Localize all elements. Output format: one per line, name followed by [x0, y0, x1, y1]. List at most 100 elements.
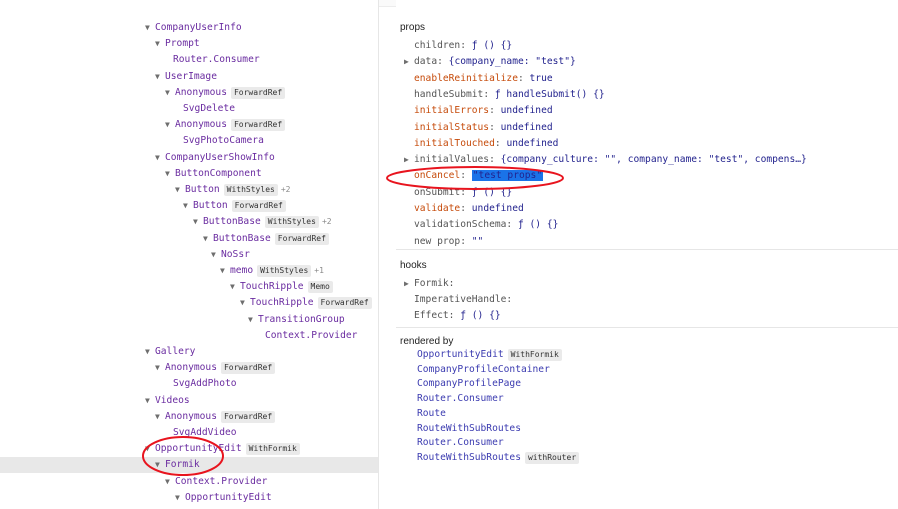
rendered-by-item[interactable]: Router.Consumer	[417, 391, 504, 407]
prop-row[interactable]: initialStatus: undefined	[414, 120, 553, 136]
hook-row[interactable]: ImperativeHandle:	[414, 292, 512, 308]
collapse-arrow-icon[interactable]: ▼	[165, 166, 175, 182]
collapse-arrow-icon[interactable]: ▼	[145, 20, 155, 36]
prop-value[interactable]: {company_culture: "", company_name: "tes…	[501, 154, 807, 165]
collapse-arrow-icon[interactable]: ▼	[145, 393, 155, 409]
pane-divider[interactable]	[378, 0, 379, 509]
tree-row[interactable]: SvgAddVideo	[173, 425, 237, 441]
tree-row[interactable]: ▼ NoSsr	[211, 247, 250, 263]
collapse-arrow-icon[interactable]: ▼	[203, 231, 213, 247]
key-separator: :	[448, 278, 455, 289]
collapse-arrow-icon[interactable]: ▼	[193, 214, 203, 230]
rendered-by-item[interactable]: CompanyProfileContainer	[417, 362, 550, 378]
rendered-by-item[interactable]: OpportunityEdit WithFormik	[417, 347, 562, 363]
collapse-arrow-icon[interactable]: ▼	[183, 198, 193, 214]
tree-row[interactable]: ▼ Videos	[145, 393, 190, 409]
expand-arrow-icon[interactable]: ▶	[404, 152, 409, 168]
hook-row[interactable]: ▶ Formik:	[404, 276, 455, 292]
tree-row[interactable]: ▼ Anonymous ForwardRef	[165, 117, 286, 133]
collapse-arrow-icon[interactable]: ▼	[248, 312, 258, 328]
tree-row[interactable]: ▼ Anonymous ForwardRef	[155, 360, 276, 376]
prop-row[interactable]: initialErrors: undefined	[414, 103, 553, 119]
tree-row[interactable]: ▼ Prompt	[155, 36, 200, 52]
rendered-by-item[interactable]: CompanyProfilePage	[417, 376, 521, 392]
collapse-arrow-icon[interactable]: ▼	[155, 69, 165, 85]
prop-value[interactable]: undefined	[472, 203, 524, 214]
tree-row[interactable]: SvgPhotoCamera	[183, 133, 264, 149]
prop-value[interactable]: ƒ () {}	[472, 40, 512, 51]
tree-row[interactable]: ▼ ButtonBase WithStyles +2	[193, 214, 332, 230]
tree-row[interactable]: ▼ CompanyUserShowInfo	[155, 150, 275, 166]
prop-row[interactable]: handleSubmit: ƒ handleSubmit() {}	[414, 87, 605, 103]
collapse-arrow-icon[interactable]: ▼	[165, 85, 175, 101]
tree-row[interactable]: ▼ Context.Provider	[165, 474, 267, 490]
tree-row[interactable]: SvgDelete	[183, 101, 235, 117]
expand-arrow-icon[interactable]: ▶	[404, 276, 409, 292]
prop-row[interactable]: enableReinitialize: true	[414, 71, 553, 87]
rendered-by-item[interactable]: Route	[417, 406, 446, 422]
tree-row[interactable]: SvgAddPhoto	[173, 376, 237, 392]
collapse-arrow-icon[interactable]: ▼	[155, 36, 165, 52]
prop-value[interactable]: undefined	[506, 138, 558, 149]
tree-row[interactable]: ▼ ButtonComponent	[165, 166, 262, 182]
prop-value[interactable]: true	[530, 73, 553, 84]
tree-row[interactable]: ▼ Formik	[155, 457, 200, 473]
tree-row[interactable]: ▼ Anonymous ForwardRef	[155, 409, 276, 425]
hook-row[interactable]: Effect: ƒ () {}	[414, 308, 501, 324]
collapse-arrow-icon[interactable]: ▼	[155, 457, 165, 473]
collapse-arrow-icon[interactable]: ▼	[155, 150, 165, 166]
prop-value[interactable]: {company_name: "test"}	[449, 56, 576, 67]
prop-value[interactable]: ""	[472, 236, 484, 247]
tree-row[interactable]: ▼ TouchRipple ForwardRef	[240, 295, 372, 311]
tree-row[interactable]: Context.Provider	[265, 328, 357, 344]
collapse-arrow-icon[interactable]: ▼	[145, 344, 155, 360]
collapse-arrow-icon[interactable]: ▼	[155, 360, 165, 376]
prop-row[interactable]: validate: undefined	[414, 201, 524, 217]
tree-row[interactable]: ▼ OpportunityEdit WithFormik	[145, 441, 300, 457]
prop-value[interactable]: ƒ () {}	[518, 219, 558, 230]
prop-row[interactable]: initialTouched: undefined	[414, 136, 558, 152]
collapse-arrow-icon[interactable]: ▼	[155, 409, 165, 425]
prop-row[interactable]: ▶ data: {company_name: "test"}	[404, 54, 576, 70]
collapse-arrow-icon[interactable]: ▼	[175, 182, 185, 198]
collapse-arrow-icon[interactable]: ▼	[175, 490, 185, 506]
rendered-by-item[interactable]: RouteWithSubRoutes	[417, 421, 521, 437]
rendered-by-item[interactable]: RouteWithSubRoutes withRouter	[417, 450, 580, 466]
prop-value[interactable]: ƒ handleSubmit() {}	[495, 89, 605, 100]
collapse-arrow-icon[interactable]: ▼	[230, 279, 240, 295]
prop-row[interactable]: onCancel: "test props"	[414, 168, 544, 184]
key-separator: :	[489, 105, 501, 117]
collapse-arrow-icon[interactable]: ▼	[145, 441, 155, 457]
tree-row[interactable]: ▼ Button ForwardRef	[183, 198, 286, 214]
tree-row[interactable]: Router.Consumer	[173, 52, 260, 68]
tree-row[interactable]: ▼ UserImage	[155, 69, 217, 85]
prop-value[interactable]: undefined	[501, 122, 553, 133]
collapse-arrow-icon[interactable]: ▼	[165, 474, 175, 490]
prop-row[interactable]: validationSchema: ƒ () {}	[414, 217, 558, 233]
tree-row[interactable]: ▼ CompanyUserInfo	[145, 20, 242, 36]
rendered-by-item[interactable]: Router.Consumer	[417, 435, 504, 451]
tree-row[interactable]: ▼ memo WithStyles +1	[220, 263, 324, 279]
collapse-arrow-icon[interactable]: ▼	[240, 295, 250, 311]
component-name: Anonymous	[165, 362, 217, 374]
prop-row[interactable]: children: ƒ () {}	[414, 38, 512, 54]
collapse-arrow-icon[interactable]: ▼	[165, 117, 175, 133]
prop-row[interactable]: new prop: ""	[414, 234, 483, 250]
tree-row[interactable]: ▼ Button WithStyles +2	[175, 182, 290, 198]
prop-value[interactable]: "test props"	[471, 170, 544, 182]
prop-row[interactable]: ▶ initialValues: {company_culture: "", co…	[404, 152, 807, 168]
prop-row[interactable]: onSubmit: ƒ () {}	[414, 185, 512, 201]
hook-value[interactable]: ƒ () {}	[460, 310, 500, 321]
collapse-arrow-icon[interactable]: ▼	[220, 263, 230, 279]
component-tree[interactable]: ▼ CompanyUserInfo ▼ Prompt Router.Consumer ▼ U…	[0, 0, 378, 509]
tree-row[interactable]: ▼ Anonymous ForwardRef	[165, 85, 286, 101]
prop-value[interactable]: undefined	[501, 105, 553, 116]
tree-row[interactable]: ▼ TouchRipple Memo	[230, 279, 333, 295]
tree-row[interactable]: ▼ OpportunityEdit	[175, 490, 272, 506]
prop-value[interactable]: ƒ () {}	[472, 187, 512, 198]
tree-row[interactable]: ▼ ButtonBase ForwardRef	[203, 231, 329, 247]
tree-row[interactable]: ▼ TransitionGroup	[248, 312, 345, 328]
tree-row[interactable]: ▼ Gallery	[145, 344, 195, 360]
collapse-arrow-icon[interactable]: ▼	[211, 247, 221, 263]
expand-arrow-icon[interactable]: ▶	[404, 54, 409, 70]
